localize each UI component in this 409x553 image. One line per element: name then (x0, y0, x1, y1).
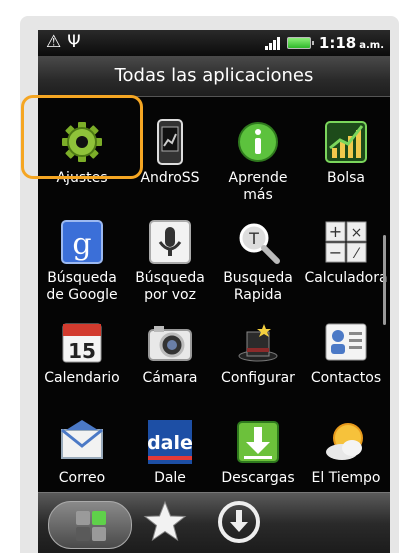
app-label: Cámara (142, 370, 198, 386)
app-label: Calendario (44, 370, 120, 386)
status-ampm: a.m. (359, 39, 384, 51)
app-calendario[interactable]: 15 Calendario (38, 318, 126, 410)
app-label: Contactos (310, 370, 382, 386)
stock-chart-icon (322, 118, 370, 166)
svg-text:×: × (351, 225, 363, 241)
app-label: Correo (58, 470, 106, 486)
app-configurar[interactable]: Configurar (214, 318, 302, 410)
app-aprende[interactable]: Aprende más (214, 118, 302, 210)
app-label: Búsqueda por voz (135, 270, 205, 303)
svg-text:T: T (248, 229, 259, 248)
status-notifications: ⚠ Ψ (46, 32, 87, 52)
usb-icon: Ψ (67, 32, 81, 52)
warning-icon: ⚠ (46, 32, 62, 52)
app-label: Aprende más (228, 170, 288, 203)
favorites-star-icon[interactable] (142, 499, 188, 545)
calendar-icon: 15 (58, 318, 106, 366)
app-label: Dale (154, 470, 186, 486)
status-time: 1:18 (318, 34, 357, 52)
dale-logo-icon: dale (146, 418, 194, 466)
app-busqueda-voz[interactable]: Búsqueda por voz (126, 218, 214, 310)
app-bolsa[interactable]: Bolsa (302, 118, 390, 210)
calculator-icon: + × − ⁄ (322, 218, 370, 266)
app-label: Configurar (221, 370, 295, 386)
download-icon (234, 418, 282, 466)
microphone-icon (146, 218, 194, 266)
battery-icon (286, 37, 314, 49)
info-icon (234, 118, 282, 166)
svg-text:dale: dale (147, 432, 193, 454)
status-bar: ⚠ Ψ 1:18 a.m. (38, 30, 390, 56)
svg-text:−: − (329, 243, 342, 262)
all-apps-grid-icon (76, 511, 90, 525)
magnifier-icon: T (234, 218, 282, 266)
contacts-icon (322, 318, 370, 366)
app-calculadora[interactable]: + × − ⁄ Calculadora (302, 218, 390, 310)
app-label: El Tiempo (311, 470, 381, 486)
signal-icon (264, 36, 281, 50)
phone-download-icon[interactable] (216, 499, 262, 545)
svg-text:+: + (329, 222, 342, 241)
magic-hat-icon (234, 318, 282, 366)
app-label: Descargas (221, 470, 295, 486)
weather-sun-icon (322, 418, 370, 466)
app-camara[interactable]: Cámara (126, 318, 214, 410)
google-g-icon: g (58, 218, 106, 266)
app-label: Bolsa (327, 170, 365, 186)
selection-highlight (21, 95, 143, 179)
app-contactos[interactable]: Contactos (302, 318, 390, 410)
phone-screenshot-icon (146, 118, 194, 166)
app-label: Busqueda Rapida (223, 270, 293, 303)
svg-text:g: g (72, 227, 91, 262)
all-apps-button[interactable] (48, 501, 132, 549)
envelope-icon (58, 418, 106, 466)
app-label: Búsqueda de Google (46, 270, 118, 303)
app-busqueda-rapida[interactable]: T Busqueda Rapida (214, 218, 302, 310)
dock-bar (38, 492, 390, 553)
app-busqueda-google[interactable]: g Búsqueda de Google (38, 218, 126, 310)
scrollbar[interactable] (383, 235, 386, 325)
svg-text:15: 15 (68, 339, 96, 363)
page-title: Todas las aplicaciones (38, 56, 390, 97)
camera-icon (146, 318, 194, 366)
app-label: Calculadora (304, 270, 388, 286)
